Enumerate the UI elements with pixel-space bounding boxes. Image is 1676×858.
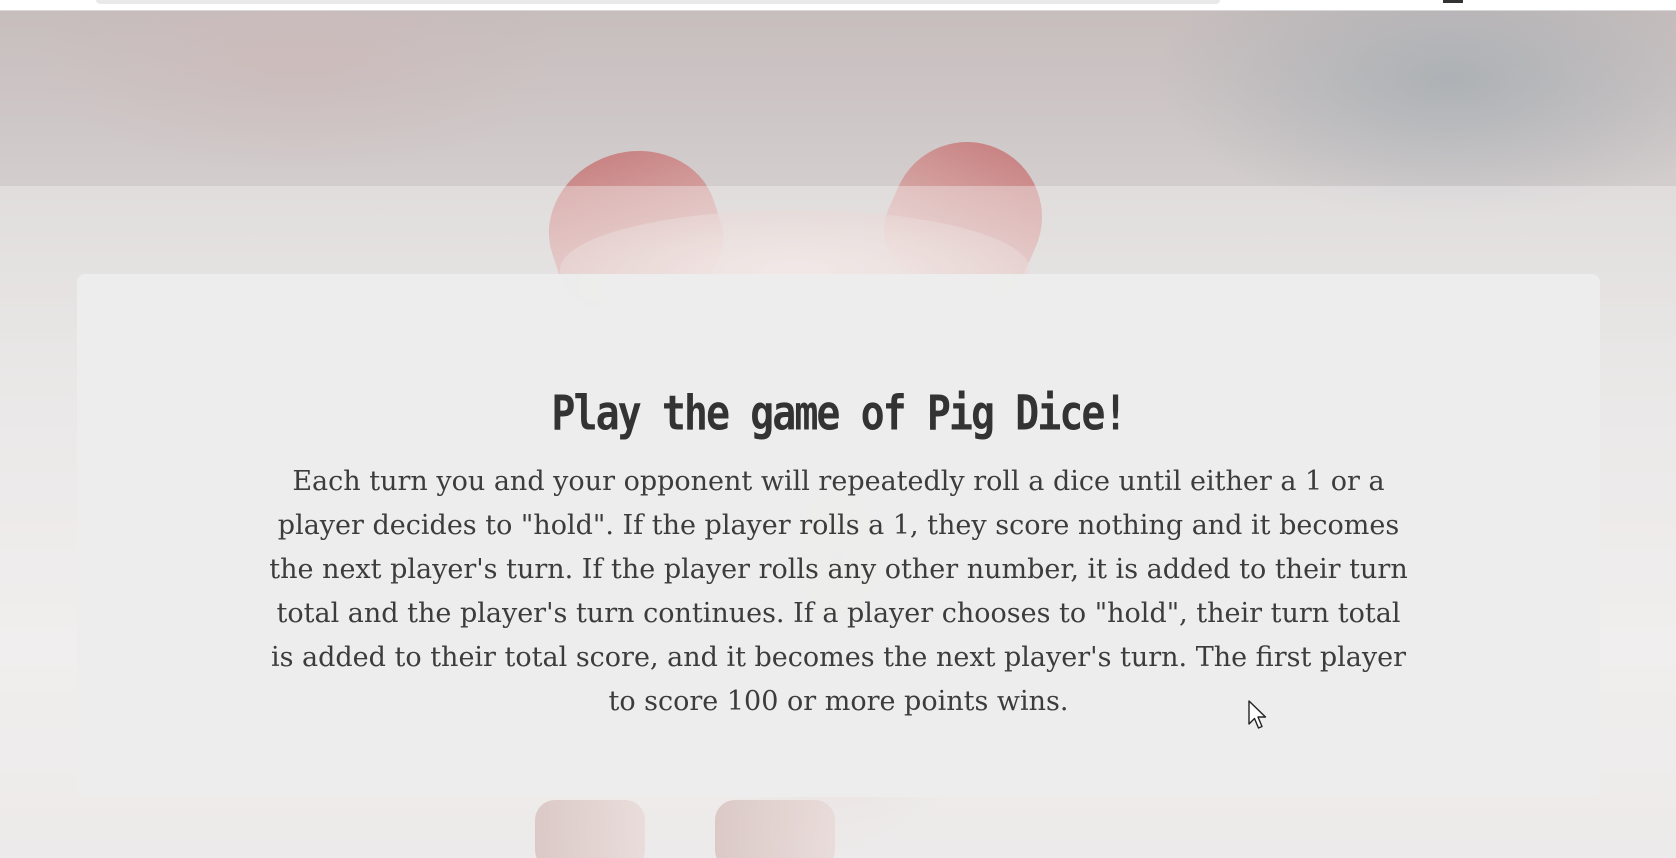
top-strip-mark — [1443, 0, 1463, 3]
game-rules-text: Each turn you and your opponent will rep… — [269, 466, 1408, 717]
game-intro-card: Play the game of Pig Dice! Each turn you… — [77, 274, 1600, 797]
game-title: Play the game of Pig Dice! — [551, 386, 1127, 442]
top-navigation-strip — [0, 0, 1676, 11]
page: Play the game of Pig Dice! Each turn you… — [0, 0, 1676, 858]
mouse-pointer-icon — [1248, 700, 1267, 729]
top-strip-bar — [96, 0, 1220, 4]
